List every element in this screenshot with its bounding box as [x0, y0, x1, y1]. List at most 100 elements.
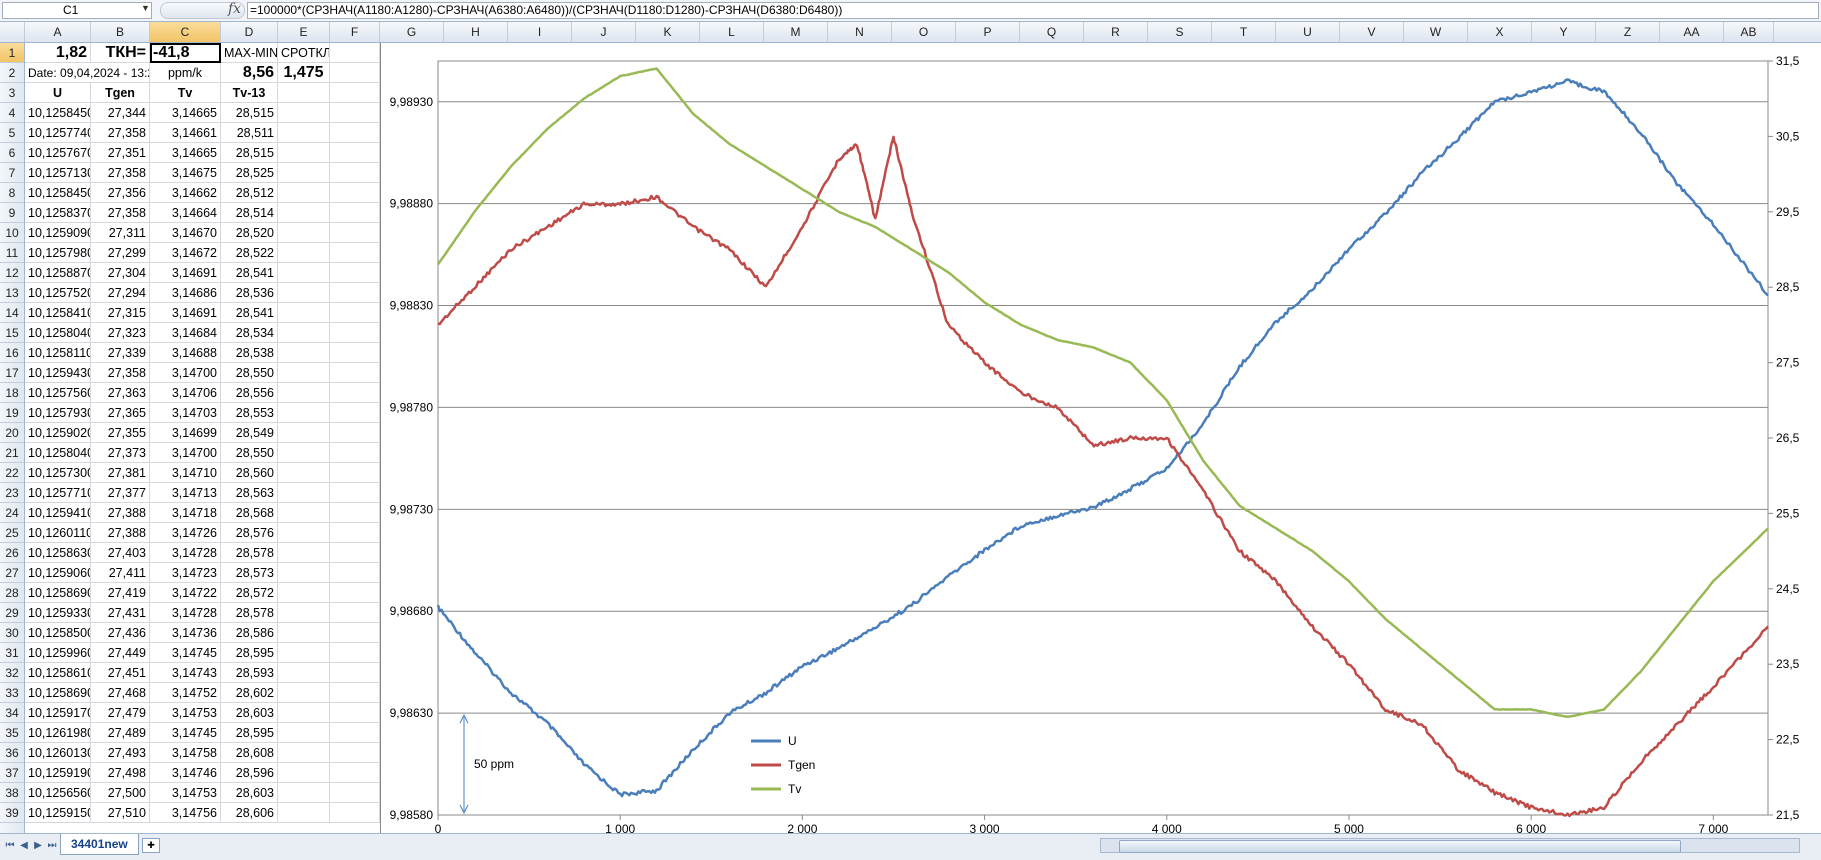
row-header-26[interactable]: 26 — [0, 543, 24, 563]
cell[interactable] — [330, 643, 380, 663]
cell[interactable]: 10,1259410 — [25, 503, 91, 523]
cell[interactable]: 10,1258630 — [25, 543, 91, 563]
line-chart[interactable]: 9,98930 9,98880 9,98830 9,98780 9,98730 9,986… — [380, 43, 1821, 833]
column-header-m[interactable]: M — [764, 22, 828, 42]
row-header-39[interactable]: 39 — [0, 803, 24, 823]
cell[interactable]: 28,556 — [221, 383, 278, 403]
cell[interactable]: 28,515 — [221, 143, 278, 163]
column-header-r[interactable]: R — [1084, 22, 1148, 42]
cell[interactable] — [278, 163, 330, 183]
cell[interactable]: 3,14713 — [150, 483, 221, 503]
cell[interactable] — [278, 323, 330, 343]
cell[interactable]: 28,514 — [221, 203, 278, 223]
cell[interactable] — [278, 543, 330, 563]
column-header-x[interactable]: X — [1468, 22, 1532, 42]
cell-e1[interactable]: СРОТКЛ — [278, 43, 330, 63]
cell[interactable]: 27,304 — [91, 263, 150, 283]
cell[interactable] — [330, 703, 380, 723]
row-header-18[interactable]: 18 — [0, 383, 24, 403]
cell[interactable]: 27,377 — [91, 483, 150, 503]
cell[interactable] — [278, 263, 330, 283]
cell[interactable]: 3,14665 — [150, 103, 221, 123]
cell[interactable]: 3,14745 — [150, 723, 221, 743]
column-header-p[interactable]: P — [956, 22, 1020, 42]
cell[interactable]: 10,1257670 — [25, 143, 91, 163]
column-header-g[interactable]: G — [380, 22, 444, 42]
cell-a1[interactable]: 1,82 — [25, 43, 91, 63]
cell[interactable]: 3,14670 — [150, 223, 221, 243]
cell[interactable]: 3,14718 — [150, 503, 221, 523]
row-header-20[interactable]: 20 — [0, 423, 24, 443]
cell[interactable] — [330, 603, 380, 623]
cell[interactable] — [278, 643, 330, 663]
cell[interactable]: 3,14686 — [150, 283, 221, 303]
cell[interactable]: 3,14684 — [150, 323, 221, 343]
cell[interactable]: 28,534 — [221, 323, 278, 343]
row-header-24[interactable]: 24 — [0, 503, 24, 523]
cell[interactable]: 28,572 — [221, 583, 278, 603]
cell[interactable]: 28,512 — [221, 183, 278, 203]
cell[interactable]: 27,449 — [91, 643, 150, 663]
cell[interactable]: 10,1258610 — [25, 663, 91, 683]
cell[interactable] — [330, 183, 380, 203]
cell[interactable]: 28,515 — [221, 103, 278, 123]
column-header-c[interactable]: C — [150, 22, 221, 42]
cell[interactable]: 27,358 — [91, 163, 150, 183]
cell[interactable]: 28,593 — [221, 663, 278, 683]
cell[interactable]: 27,351 — [91, 143, 150, 163]
cell[interactable] — [330, 143, 380, 163]
cell[interactable]: 10,1257740 — [25, 123, 91, 143]
column-header-j[interactable]: J — [572, 22, 636, 42]
cell[interactable] — [278, 103, 330, 123]
row-header-31[interactable]: 31 — [0, 643, 24, 663]
cell[interactable]: 3,14700 — [150, 443, 221, 463]
row-header-35[interactable]: 35 — [0, 723, 24, 743]
cell[interactable]: 27,344 — [91, 103, 150, 123]
cell[interactable]: 27,355 — [91, 423, 150, 443]
cell[interactable] — [330, 723, 380, 743]
cell[interactable]: 28,553 — [221, 403, 278, 423]
cell[interactable] — [278, 203, 330, 223]
cell[interactable]: 3,14703 — [150, 403, 221, 423]
cell[interactable]: 28,595 — [221, 723, 278, 743]
cell[interactable]: 3,14672 — [150, 243, 221, 263]
cell[interactable]: 10,1257130 — [25, 163, 91, 183]
cell-d1[interactable]: MAX-MIN — [221, 43, 278, 63]
cell[interactable]: 10,1257520 — [25, 283, 91, 303]
name-box[interactable]: C1 — [2, 2, 152, 19]
cell[interactable]: 3,14753 — [150, 783, 221, 803]
cell[interactable]: 3,14722 — [150, 583, 221, 603]
row-header-14[interactable]: 14 — [0, 303, 24, 323]
cell[interactable] — [278, 783, 330, 803]
cell[interactable]: 27,356 — [91, 183, 150, 203]
column-header-b[interactable]: B — [91, 22, 150, 42]
cell[interactable]: 28,608 — [221, 743, 278, 763]
cell[interactable]: 27,315 — [91, 303, 150, 323]
row-header-6[interactable]: 6 — [0, 143, 24, 163]
row-header-2[interactable]: 2 — [0, 63, 24, 83]
cell[interactable]: 3,14700 — [150, 363, 221, 383]
cell[interactable]: 10,1259020 — [25, 423, 91, 443]
cell[interactable] — [330, 203, 380, 223]
cell[interactable] — [278, 683, 330, 703]
cell[interactable]: 3,14745 — [150, 643, 221, 663]
last-sheet-icon[interactable]: ⏭ — [46, 840, 58, 852]
cell[interactable]: 10,1258040 — [25, 443, 91, 463]
row-header-1[interactable]: 1 — [0, 43, 24, 63]
sheet-tab-34401new[interactable]: 34401new — [60, 834, 139, 855]
cell[interactable]: 27,451 — [91, 663, 150, 683]
cell[interactable]: 27,388 — [91, 503, 150, 523]
cell-e2[interactable]: 1,475 — [278, 63, 330, 83]
cell[interactable] — [330, 363, 380, 383]
row-header-10[interactable]: 10 — [0, 223, 24, 243]
cell[interactable] — [278, 423, 330, 443]
cell[interactable]: 10,1258870 — [25, 263, 91, 283]
prev-sheet-icon[interactable]: ◀ — [18, 840, 30, 852]
row-header-4[interactable]: 4 — [0, 103, 24, 123]
cell[interactable]: 27,510 — [91, 803, 150, 823]
cell[interactable]: 3,14688 — [150, 343, 221, 363]
row-header-33[interactable]: 33 — [0, 683, 24, 703]
cell-a2[interactable]: Date: 09,04,2024 - 13:21 — [25, 63, 150, 83]
cell-c2[interactable]: ppm/k — [150, 63, 221, 83]
cell[interactable] — [330, 523, 380, 543]
